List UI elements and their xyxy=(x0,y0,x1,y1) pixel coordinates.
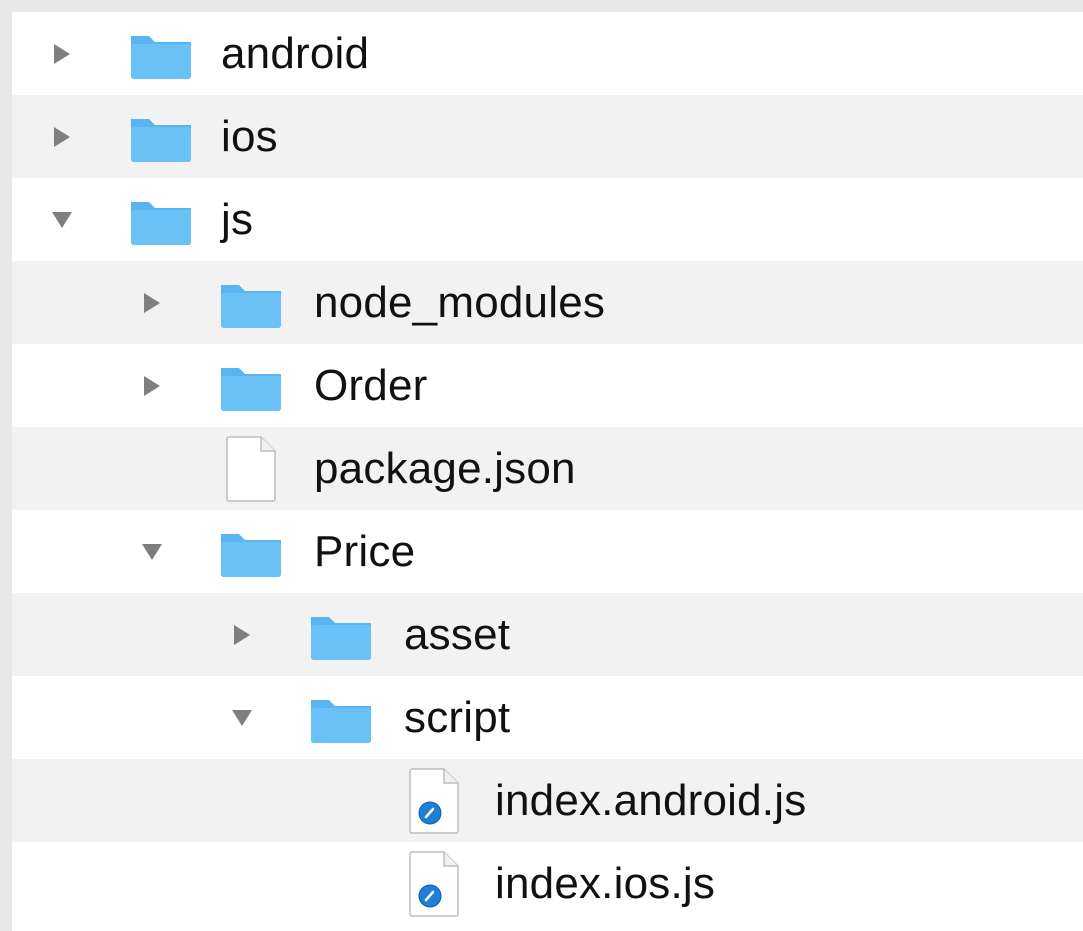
disclosure-triangle-right-icon[interactable] xyxy=(48,12,76,95)
folder-icon xyxy=(128,115,194,163)
tree-row-script[interactable]: script xyxy=(12,676,1083,759)
folder-icon xyxy=(308,613,374,661)
folder-icon xyxy=(218,364,284,412)
disclosure-triangle-down-icon[interactable] xyxy=(138,510,166,593)
tree-row-js[interactable]: js xyxy=(12,178,1083,261)
tree-row-label: asset xyxy=(404,610,511,659)
disclosure-triangle-right-icon[interactable] xyxy=(138,344,166,427)
tree-row-node-modules[interactable]: node_modules xyxy=(12,261,1083,344)
folder-icon xyxy=(128,198,194,246)
tree-row-label: node_modules xyxy=(314,278,606,327)
disclosure-triangle-down-icon[interactable] xyxy=(228,676,256,759)
tree-row-label: index.android.js xyxy=(495,776,807,825)
disclosure-triangle-right-icon[interactable] xyxy=(138,261,166,344)
file-icon xyxy=(225,435,277,503)
folder-icon xyxy=(128,32,194,80)
disclosure-triangle-down-icon[interactable] xyxy=(48,178,76,261)
tree-row-label: script xyxy=(404,693,511,742)
tree-row-label: package.json xyxy=(314,444,576,493)
tree-row-label: js xyxy=(221,195,254,244)
finder-list-view: android ios js node_modules Order packag… xyxy=(12,12,1083,931)
js-file-icon xyxy=(408,767,460,835)
tree-row-label: Order xyxy=(314,361,428,410)
folder-icon xyxy=(218,281,284,329)
tree-row-order[interactable]: Order xyxy=(12,344,1083,427)
tree-row-index-android-js[interactable]: index.android.js xyxy=(12,759,1083,842)
tree-row-asset[interactable]: asset xyxy=(12,593,1083,676)
tree-row-android[interactable]: android xyxy=(12,12,1083,95)
tree-row-index-ios-js[interactable]: index.ios.js xyxy=(12,842,1083,925)
js-file-icon xyxy=(408,850,460,918)
tree-row-ios[interactable]: ios xyxy=(12,95,1083,178)
disclosure-triangle-right-icon[interactable] xyxy=(48,95,76,178)
tree-row-package-json[interactable]: package.json xyxy=(12,427,1083,510)
folder-icon xyxy=(308,696,374,744)
tree-row-label: Price xyxy=(314,527,416,576)
tree-row-price[interactable]: Price xyxy=(12,510,1083,593)
tree-row-label: ios xyxy=(221,112,278,161)
folder-icon xyxy=(218,530,284,578)
tree-row-label: android xyxy=(221,29,370,78)
tree-row-label: index.ios.js xyxy=(495,859,716,908)
disclosure-triangle-right-icon[interactable] xyxy=(228,593,256,676)
